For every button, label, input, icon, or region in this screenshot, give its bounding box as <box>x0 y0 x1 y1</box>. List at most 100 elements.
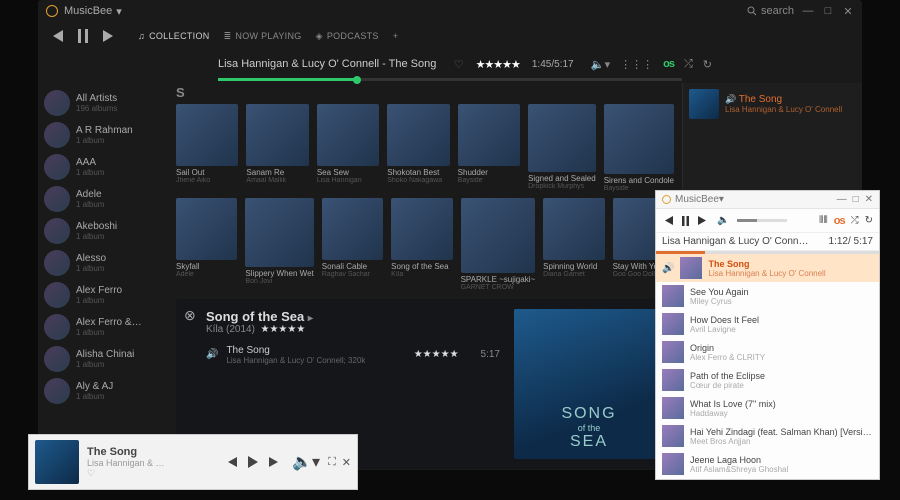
artist-item[interactable]: A R Rahman1 album <box>44 119 162 151</box>
compact-lastfm-icon[interactable]: ᴏs <box>834 215 845 227</box>
shuffle-icon[interactable]: ⤮ <box>684 58 693 71</box>
compact-volume-icon[interactable]: 🔈 <box>717 215 729 226</box>
speaker-icon: 🔊 <box>206 349 218 360</box>
album-tile[interactable]: Shokotan BestShoko Nakagawa <box>387 104 449 192</box>
add-tab-button[interactable]: + <box>393 31 399 41</box>
album-tile[interactable]: Song of the SeaKíla <box>391 198 452 291</box>
next-track-button[interactable] <box>102 30 116 42</box>
maximize-button[interactable]: □ <box>822 5 834 17</box>
artist-avatar <box>44 218 70 244</box>
compact-track-row[interactable]: See You AgainMiley Cyrus <box>656 282 879 310</box>
mini-prev-button[interactable] <box>224 457 238 467</box>
album-tile[interactable]: SPARKLE ~sujigaki~GARNET CROW <box>461 198 536 291</box>
album-tile[interactable]: Sonali CableRaghav Sachar <box>322 198 383 291</box>
artist-item[interactable]: Aly & AJ1 album <box>44 375 162 407</box>
compact-track-row[interactable]: 🔊 The SongLisa Hannigan & Lucy O' Connel… <box>656 254 879 282</box>
album-cover <box>604 104 674 174</box>
mini-play-button[interactable] <box>248 456 258 468</box>
compact-repeat-icon[interactable]: ↻ <box>865 215 873 226</box>
compact-volume-slider[interactable] <box>737 219 787 222</box>
compact-track-row[interactable]: Jeene Laga HoonAtif Aslam&Shreya Ghoshal <box>656 450 879 478</box>
compact-minimize-button[interactable]: — <box>837 194 847 205</box>
album-tile[interactable]: Spinning WorldDiana Garnet <box>543 198 604 291</box>
expanded-album-cover[interactable]: SONG of the SEA <box>514 309 664 459</box>
artist-item[interactable]: Akeboshi1 album <box>44 215 162 247</box>
app-icon <box>46 5 58 17</box>
compact-track-row[interactable]: OriginAlex Ferro & CLRITY <box>656 338 879 366</box>
compact-pause-button[interactable] <box>682 216 689 226</box>
compact-track-row[interactable]: Bad Boy <box>656 478 879 479</box>
compact-maximize-button[interactable]: □ <box>853 194 859 205</box>
album-tile[interactable]: Slippery When WetBon Jovi <box>245 198 313 291</box>
album-cover <box>461 198 536 273</box>
app-menu-caret[interactable]: ▾ <box>116 5 122 18</box>
artist-avatar <box>44 314 70 340</box>
search-icon <box>747 6 757 16</box>
compact-next-button[interactable] <box>697 216 709 225</box>
compact-prev-button[interactable] <box>662 216 674 225</box>
pause-button[interactable] <box>78 29 88 43</box>
album-cover <box>245 198 313 266</box>
track-thumb <box>662 453 684 475</box>
mini-volume-icon[interactable]: 🔈▾ <box>292 452 320 472</box>
volume-icon[interactable]: 🔈▾ <box>591 58 610 71</box>
rating-stars[interactable]: ★★★★★ <box>476 58 520 71</box>
love-icon[interactable]: ♡ <box>454 58 464 71</box>
album-tile[interactable]: ShudderBayside <box>458 104 520 192</box>
compact-track-row[interactable]: Hai Yehi Zindagi (feat. Salman Khan) [Ve… <box>656 422 879 450</box>
search-box[interactable]: search <box>747 5 794 17</box>
tab-now-playing[interactable]: ≣ NOW PLAYING <box>224 31 302 42</box>
equalizer-icon[interactable]: ⋮⋮⋮ <box>620 58 653 71</box>
artist-item[interactable]: Alisha Chinai1 album <box>44 343 162 375</box>
minimize-button[interactable]: — <box>802 5 814 17</box>
artist-item[interactable]: Alesso1 album <box>44 247 162 279</box>
mini-expand-icon[interactable]: ⛶ <box>328 456 336 469</box>
compact-shuffle-icon[interactable]: ⤮ <box>851 215 859 226</box>
compact-eq-icon[interactable]: ⦀⦀ <box>819 215 828 226</box>
artist-item[interactable]: All Artists196 albums <box>44 87 162 119</box>
mini-love-icon[interactable]: ♡ <box>87 468 165 479</box>
compact-track-row[interactable]: What Is Love (7" mix)Haddaway <box>656 394 879 422</box>
queue-album-art[interactable] <box>689 89 719 119</box>
prev-track-button[interactable] <box>50 30 64 42</box>
artist-item[interactable]: Alex Ferro &…1 album <box>44 311 162 343</box>
lastfm-icon[interactable]: ᴏs <box>663 58 674 70</box>
titlebar: MusicBee ▾ search — □ ✕ <box>38 0 862 22</box>
artist-avatar <box>44 282 70 308</box>
album-tile[interactable]: Sail OutJhené Aiko <box>176 104 238 192</box>
album-cover <box>458 104 520 166</box>
album-tile[interactable]: Signed and SealedDropkick Murphys <box>528 104 596 192</box>
album-cover <box>317 104 379 166</box>
tab-podcasts[interactable]: ◈ PODCASTS <box>316 31 379 42</box>
compact-track-row[interactable]: Path of the EclipseCœur de pirate <box>656 366 879 394</box>
now-playing-title: Lisa Hannigan & Lucy O' Connell - The So… <box>218 58 436 70</box>
artist-avatar <box>44 186 70 212</box>
artist-avatar <box>44 378 70 404</box>
repeat-icon[interactable]: ↻ <box>703 58 712 71</box>
album-tile[interactable]: Sirens and CondoleBayside <box>604 104 674 192</box>
track-thumb <box>662 341 684 363</box>
compact-close-button[interactable]: ✕ <box>865 194 873 205</box>
album-cover <box>543 198 604 259</box>
album-cover <box>391 198 452 259</box>
compact-playlist[interactable]: 🔊 The SongLisa Hannigan & Lucy O' Connel… <box>656 254 879 479</box>
progress-bar[interactable] <box>218 78 682 81</box>
tab-collection[interactable]: ♫ COLLECTION <box>138 31 210 41</box>
mini-next-button[interactable] <box>268 457 282 467</box>
album-tile[interactable]: SkyfallAdele <box>176 198 237 291</box>
mini-player: The Song Lisa Hannigan & … ♡ 🔈▾ ⛶ ✕ <box>28 434 358 490</box>
artist-item[interactable]: Alex Ferro1 album <box>44 279 162 311</box>
artist-sidebar[interactable]: All Artists196 albums A R Rahman1 album … <box>38 83 168 470</box>
close-expanded-icon[interactable]: ⊗ <box>184 307 196 324</box>
album-tile[interactable]: Sea SewLisa Hannigan <box>317 104 379 192</box>
album-tile[interactable]: Sanam ReAmaal Mallik <box>246 104 308 192</box>
mini-close-icon[interactable]: ✕ <box>342 456 351 469</box>
compact-track-row[interactable]: How Does It FeelAvril Lavigne <box>656 310 879 338</box>
artist-item[interactable]: Adele1 album <box>44 183 162 215</box>
mini-album-art[interactable] <box>35 440 79 484</box>
speaker-icon: 🔊 <box>662 263 674 274</box>
artist-item[interactable]: AAA1 album <box>44 151 162 183</box>
artist-avatar <box>44 250 70 276</box>
mini-title: The Song <box>87 446 165 458</box>
close-button[interactable]: ✕ <box>842 5 854 17</box>
